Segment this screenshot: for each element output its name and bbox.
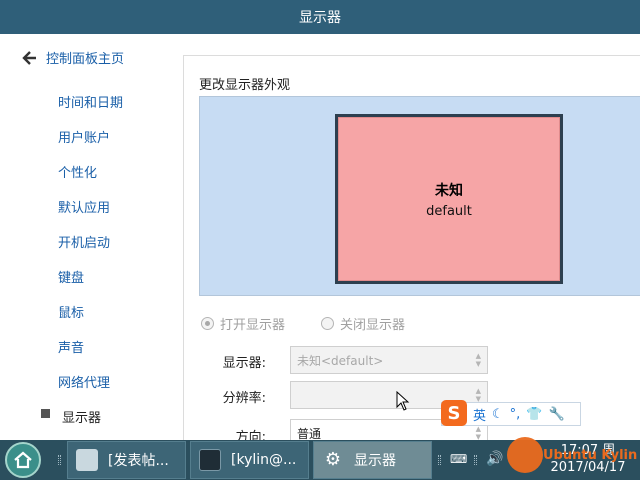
volume-icon[interactable]: 🔊 (486, 451, 503, 467)
monitor-preview[interactable]: 未知 default (335, 114, 563, 284)
browser-app-icon (76, 449, 98, 471)
task-label: [kylin@... (231, 452, 297, 468)
home-icon (14, 451, 32, 469)
taskbar-separator (438, 455, 441, 465)
taskbar-separator (58, 455, 61, 465)
radio-on-label: 打开显示器 (220, 318, 286, 333)
display-settings-window: 显示器 控制面板主页 时间和日期 用户账户 个性化 默认应用 开机启动 键盘 鼠… (0, 0, 640, 440)
spin-arrows-icon: ▲ ▼ (475, 387, 481, 403)
watermark: Ubuntu Kylin (543, 448, 638, 463)
display-select[interactable]: 未知<default> ▲ ▼ (290, 346, 488, 374)
ime-language-toggle[interactable]: 英 (473, 405, 486, 424)
gear-icon: ⚙ (324, 449, 342, 470)
ubuntu-logo-icon (507, 437, 543, 473)
radio-on-indicator[interactable] (201, 317, 214, 330)
sidebar-item-keyboard[interactable]: 键盘 (58, 267, 84, 286)
display-select-value: 未知<default> (297, 354, 384, 368)
back-arrow-icon (22, 50, 36, 65)
task-label: [发表帖... (108, 453, 169, 469)
monitor-face: 未知 default (338, 117, 560, 281)
radio-off-indicator[interactable] (321, 317, 334, 330)
radio-monitor-on[interactable]: 打开显示器 (201, 314, 285, 333)
sidebar-item-accounts[interactable]: 用户账户 (58, 127, 110, 146)
sidebar-item-display[interactable]: 显示器 (62, 407, 101, 426)
wrench-icon[interactable]: 🔧 (549, 407, 565, 422)
spin-arrows-icon: ▲ ▼ (475, 425, 481, 440)
sidebar-item-mouse[interactable]: 鼠标 (58, 302, 84, 321)
monitor-name: 未知 (435, 182, 463, 199)
window-title: 显示器 (299, 10, 341, 26)
sidebar-item-datetime[interactable]: 时间和日期 (58, 92, 123, 111)
sidebar: 控制面板主页 时间和日期 用户账户 个性化 默认应用 开机启动 键盘 鼠标 声音… (0, 34, 183, 440)
sogou-logo-icon[interactable]: S (441, 400, 467, 426)
active-item-marker (41, 409, 50, 418)
ime-toolbar[interactable]: S 英 ☾ °, 👕 🔧 (441, 400, 581, 426)
taskbar-separator (474, 455, 477, 465)
sidebar-item-personalize[interactable]: 个性化 (58, 162, 97, 181)
moon-icon[interactable]: ☾ (492, 407, 504, 422)
keyboard-icon[interactable]: ⌨ (450, 452, 467, 466)
taskbar-task-display[interactable]: ⚙ 显示器 (313, 441, 432, 479)
taskbar-task-browser[interactable]: [发表帖... (67, 441, 186, 479)
monitor-preview-area: 未知 default (199, 96, 640, 296)
sidebar-item-network-proxy[interactable]: 网络代理 (58, 372, 110, 391)
mouse-pointer-icon (396, 391, 410, 411)
back-label: 控制面板主页 (46, 52, 125, 67)
punctuation-icon[interactable]: °, (510, 407, 521, 422)
sidebar-item-sound[interactable]: 声音 (58, 337, 84, 356)
window-titlebar[interactable]: 显示器 (0, 0, 640, 34)
radio-off-label: 关闭显示器 (340, 318, 406, 333)
section-title: 更改显示器外观 (199, 78, 291, 93)
start-menu-button[interactable] (5, 442, 41, 478)
orientation-label: 方向: (235, 430, 266, 440)
skin-icon[interactable]: 👕 (526, 407, 542, 422)
taskbar-task-terminal[interactable]: [kylin@... (190, 441, 309, 479)
resolution-label: 分辨率: (222, 391, 266, 406)
spin-arrows-icon: ▲ ▼ (475, 352, 481, 368)
orientation-select-value: 普通 (297, 427, 322, 440)
monitor-id: default (426, 203, 472, 219)
radio-monitor-off[interactable]: 关闭显示器 (321, 314, 405, 333)
terminal-app-icon (199, 449, 221, 471)
back-to-control-panel-link[interactable]: 控制面板主页 (22, 48, 124, 67)
task-label: 显示器 (354, 453, 396, 469)
sidebar-item-default-apps[interactable]: 默认应用 (58, 197, 110, 216)
sidebar-item-startup[interactable]: 开机启动 (58, 232, 110, 251)
main-panel: 更改显示器外观 未知 default 打开显示器 关闭显示器 显示器: 未知<d… (183, 55, 640, 440)
display-label: 显示器: (222, 356, 266, 371)
